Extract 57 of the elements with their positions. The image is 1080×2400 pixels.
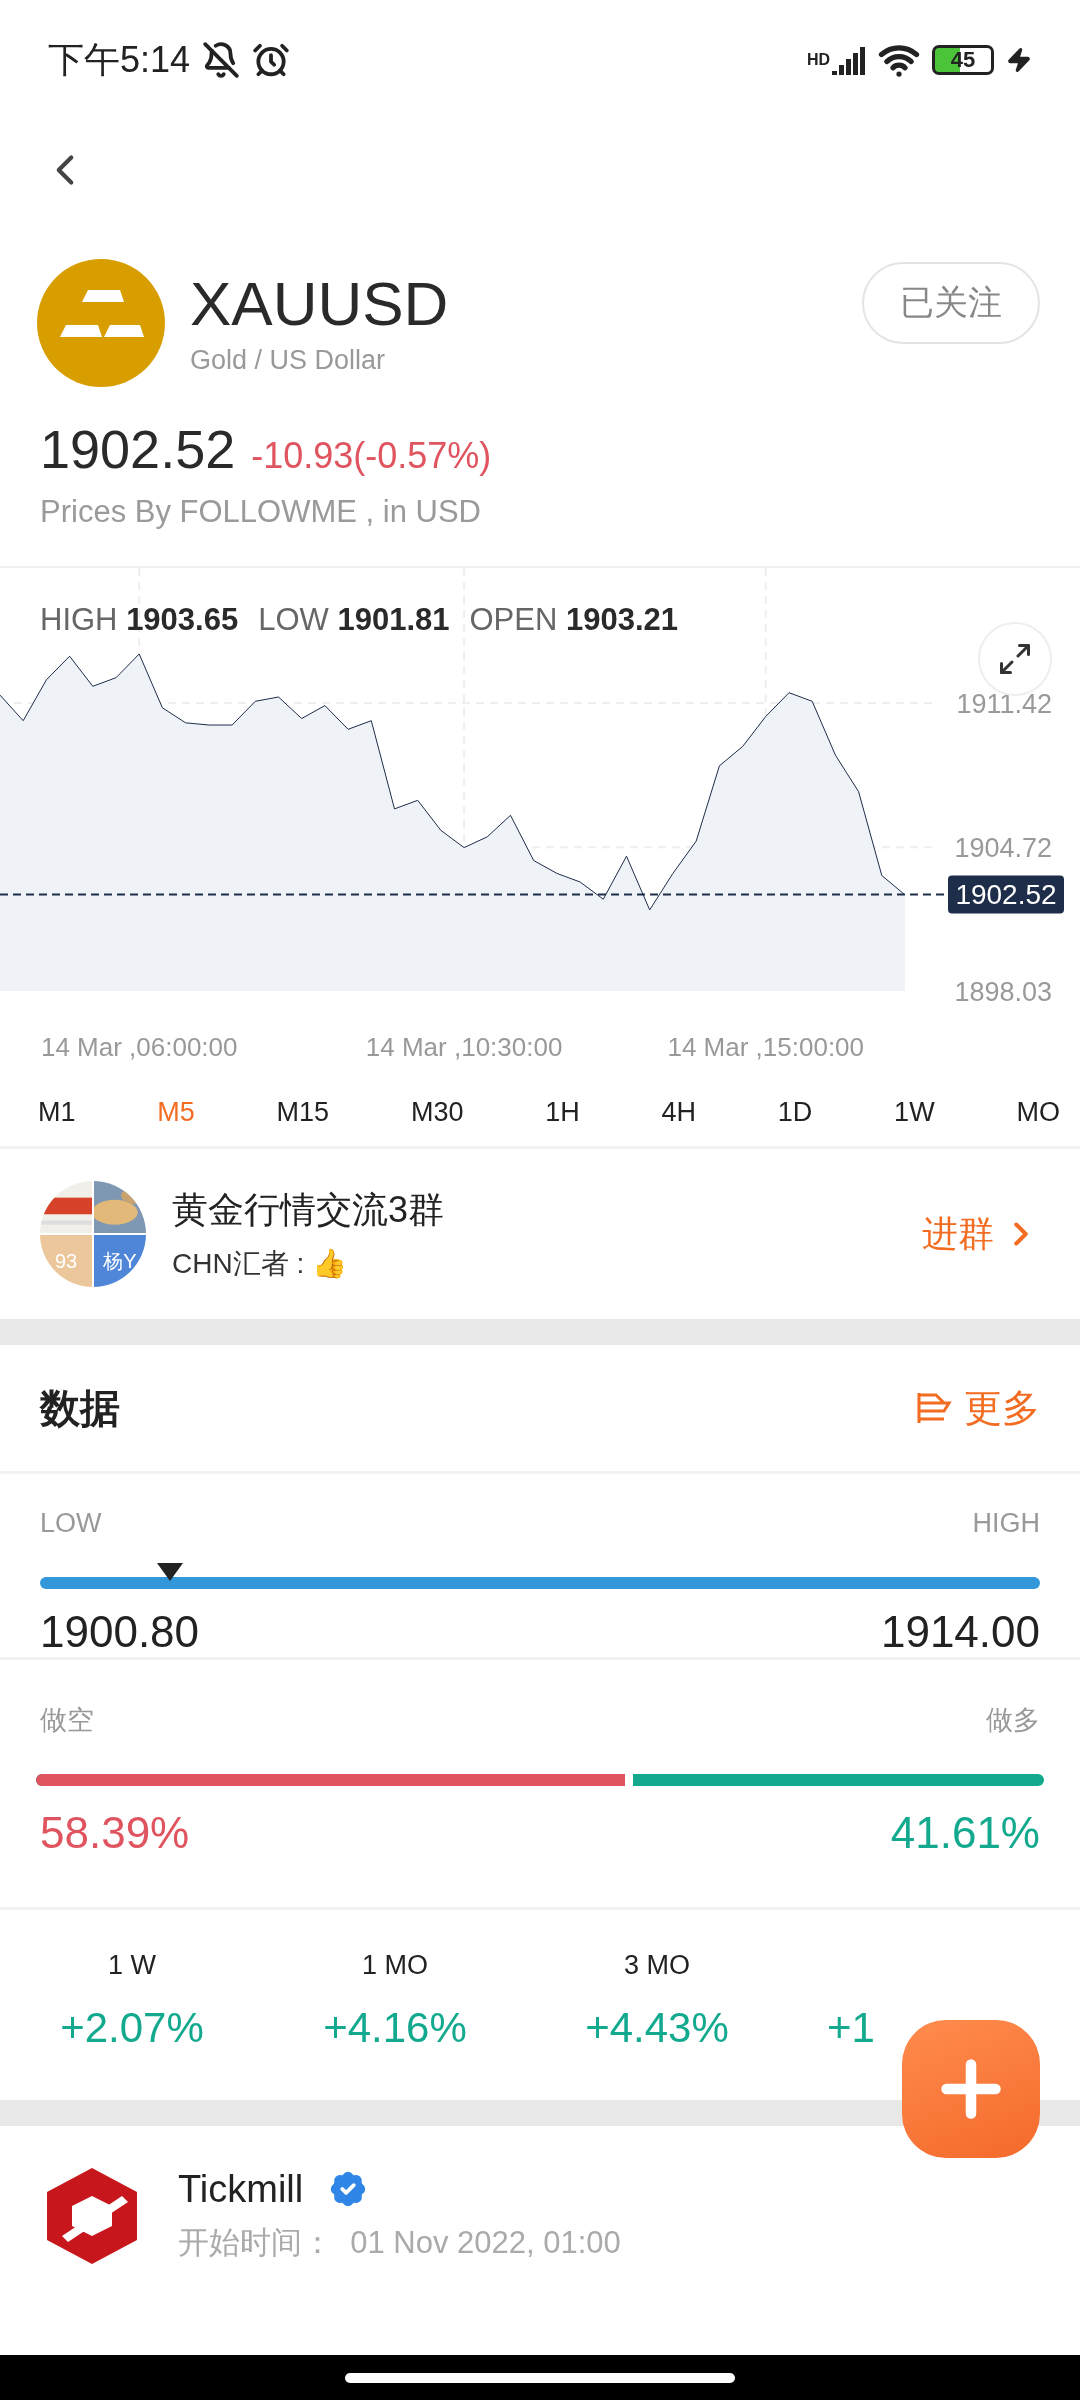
expand-icon [997,641,1033,677]
ohlc-stat: LOW 1901.81 [258,602,450,638]
period-change: +1 [827,2004,875,2052]
period-label: 1 MO [362,1950,428,1982]
status-time: 下午5:14 [48,37,191,82]
charging-icon [1006,47,1032,73]
period-change: +4.43% [585,2004,729,2052]
timeframe-tab[interactable]: 1D [777,1096,813,1128]
timeframe-tab[interactable]: 1H [545,1096,580,1128]
price-source: Prices By FOLLOWME , in USD [40,494,482,530]
timeframe-tab[interactable]: M1 [38,1096,76,1128]
bell-off-icon [202,41,241,79]
timeframe-tab[interactable]: MO [1016,1096,1060,1128]
list-icon [916,1390,952,1426]
long-percent: 41.61% [890,1808,1040,1858]
x-axis-label: 14 Mar ,06:00:00 [40,1032,238,1062]
timeframe-tab[interactable]: 1W [894,1096,935,1128]
range-low-label: LOW [40,1508,102,1539]
broker-name: Tickmill [178,2167,304,2211]
range-high-value: 1914.00 [880,1607,1040,1657]
start-time: 开始时间： 01 Nov 2022, 01:00 [178,2224,621,2262]
period-label: 1 W [108,1950,156,1982]
home-indicator[interactable] [345,2372,735,2383]
y-axis-label: 1898.03 [954,977,1052,1007]
range-high-label: HIGH [972,1508,1040,1539]
current-price: 1902.52 [40,419,236,479]
range-low-value: 1900.80 [40,1607,200,1657]
ref-line-label: 1902.52 [955,879,1057,911]
symbol-name: Gold / US Dollar [190,344,387,376]
ohlc-stat: OPEN 1903.21 [469,602,679,638]
y-axis-label: 1904.72 [954,833,1052,864]
current-price-tag: 1902.52 [948,875,1064,914]
network-type: HD [806,52,830,68]
group-name: 黄金行情交流3群 [172,1187,446,1232]
period-change: +2.07% [60,2004,204,2052]
group-last-message: CHN汇者 : 👍 [172,1246,348,1281]
timeframe-tab[interactable]: M30 [410,1096,464,1128]
period-change: +4.16% [323,2004,467,2052]
short-label: 做空 [40,1704,94,1737]
long-label: 做多 [986,1704,1040,1737]
x-axis-label: 14 Mar ,15:00:00 [667,1032,865,1062]
section-title: 数据 [40,1384,120,1432]
signal-icon [832,45,866,75]
y-axis-label: 1911.42 [956,689,1052,720]
avatar-initials: 杨Y [94,1235,146,1287]
timeframe-tab[interactable]: 4H [661,1096,697,1128]
avatar-initials: 93 [40,1235,92,1287]
period-label: 3 MO [624,1950,690,1982]
timeframe-tab[interactable]: M15 [276,1096,330,1128]
ohlc-stat: HIGH 1903.65 [40,602,239,638]
symbol-title: XAUUSD [190,270,450,339]
x-axis-label: 14 Mar ,10:30:00 [365,1032,563,1062]
alarm-icon [252,41,291,79]
follow-button[interactable]: 已关注 [862,262,1040,344]
add-button[interactable] [902,2020,1040,2158]
price-change: -10.93(-0.57%) [251,435,492,476]
short-percent: 58.39% [40,1808,190,1858]
